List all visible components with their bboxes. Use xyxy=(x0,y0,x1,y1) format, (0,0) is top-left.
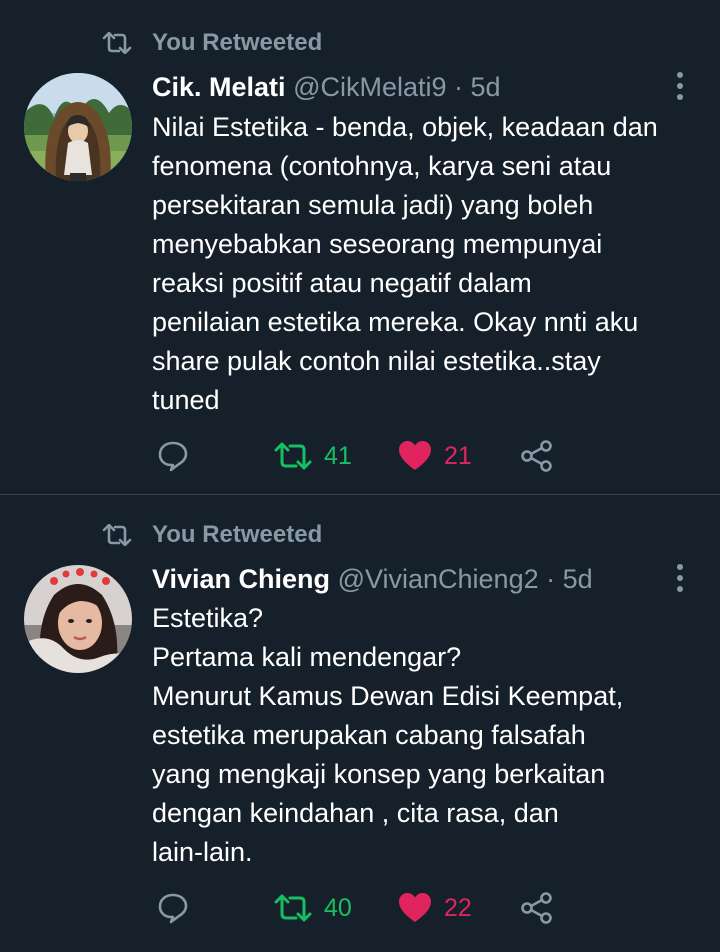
avatar[interactable] xyxy=(24,73,132,181)
author-handle[interactable]: @CikMelati9 xyxy=(293,72,446,102)
tweet-text-line: Menurut Kamus Dewan Edisi Keempat, xyxy=(152,681,624,711)
tweet-header: Vivian Chieng @VivianChieng2 · 5d xyxy=(152,562,593,596)
tweet-text-line: Pertama kali mendengar? xyxy=(152,642,462,672)
share-button[interactable] xyxy=(520,888,554,928)
retweet-icon xyxy=(102,32,132,54)
tweet-text-line: Nilai Estetika - benda, objek, keadaan d… xyxy=(152,112,658,142)
like-count: 22 xyxy=(444,893,472,922)
tweet-text-line: tuned xyxy=(152,385,220,415)
retweet-icon xyxy=(102,524,132,546)
like-count: 21 xyxy=(444,441,472,470)
tweet-time[interactable]: · 5d xyxy=(454,72,501,102)
like-button[interactable]: 22 xyxy=(398,888,472,928)
tweet-text-line: Estetika? xyxy=(152,603,264,633)
author-handle[interactable]: @VivianChieng2 xyxy=(338,564,539,594)
tweet-text-line: reaksi positif atau negatif dalam xyxy=(152,268,532,298)
retweet-context: You Retweeted xyxy=(102,28,322,58)
tweet-text-line: share pulak contoh nilai estetika..stay xyxy=(152,346,601,376)
retweet-count: 41 xyxy=(324,441,352,470)
more-icon[interactable] xyxy=(676,564,684,592)
heart-icon xyxy=(399,893,431,922)
action-bar: 41 21 xyxy=(150,436,570,476)
tweet-text-line: lain-lain. xyxy=(152,837,253,867)
retweet-label: You Retweeted xyxy=(152,29,323,56)
author-name[interactable]: Cik. Melati xyxy=(152,72,286,102)
retweet-context: You Retweeted xyxy=(102,520,322,550)
more-icon[interactable] xyxy=(676,72,684,100)
retweet-icon xyxy=(274,442,312,470)
tweet-card[interactable]: You Retweeted Vivian Chieng @VivianChien… xyxy=(0,495,720,952)
retweet-button[interactable]: 40 xyxy=(274,888,352,928)
share-icon xyxy=(521,440,552,472)
tweet-text-line: estetika merupakan cabang falsafah xyxy=(152,720,586,750)
avatar[interactable] xyxy=(24,565,132,673)
share-button[interactable] xyxy=(520,436,554,476)
heart-icon xyxy=(399,441,431,470)
tweet-header: Cik. Melati @CikMelati9 · 5d xyxy=(152,70,501,104)
reply-icon xyxy=(158,441,188,472)
tweet-text: Estetika? Pertama kali mendengar? Menuru… xyxy=(152,599,697,872)
like-button[interactable]: 21 xyxy=(398,436,472,476)
tweet-text-line: dengan keindahan , cita rasa, dan xyxy=(152,798,559,828)
action-bar: 40 22 xyxy=(150,888,570,928)
retweet-label: You Retweeted xyxy=(152,521,323,548)
retweet-icon xyxy=(274,894,312,922)
tweet-time[interactable]: · 5d xyxy=(546,564,593,594)
tweet-card[interactable]: You Retweeted Cik. Melati @CikMelati9 · … xyxy=(0,0,720,495)
retweet-count: 40 xyxy=(324,893,352,922)
tweet-text-line: fenomena (contohnya, karya seni atau xyxy=(152,151,612,181)
tweet-text-line: persekitaran semula jadi) yang boleh xyxy=(152,190,594,220)
reply-button[interactable] xyxy=(156,436,190,476)
tweet-text-line: menyebabkan seseorang mempunyai xyxy=(152,229,603,259)
retweet-button[interactable]: 41 xyxy=(274,436,352,476)
tweet-text-line: yang mengkaji konsep yang berkaitan xyxy=(152,759,606,789)
author-name[interactable]: Vivian Chieng xyxy=(152,564,330,594)
reply-button[interactable] xyxy=(156,888,190,928)
share-icon xyxy=(521,892,552,924)
reply-icon xyxy=(158,893,188,924)
tweet-text: Nilai Estetika - benda, objek, keadaan d… xyxy=(152,108,697,420)
tweet-text-line: penilaian estetika mereka. Okay nnti aku xyxy=(152,307,639,337)
